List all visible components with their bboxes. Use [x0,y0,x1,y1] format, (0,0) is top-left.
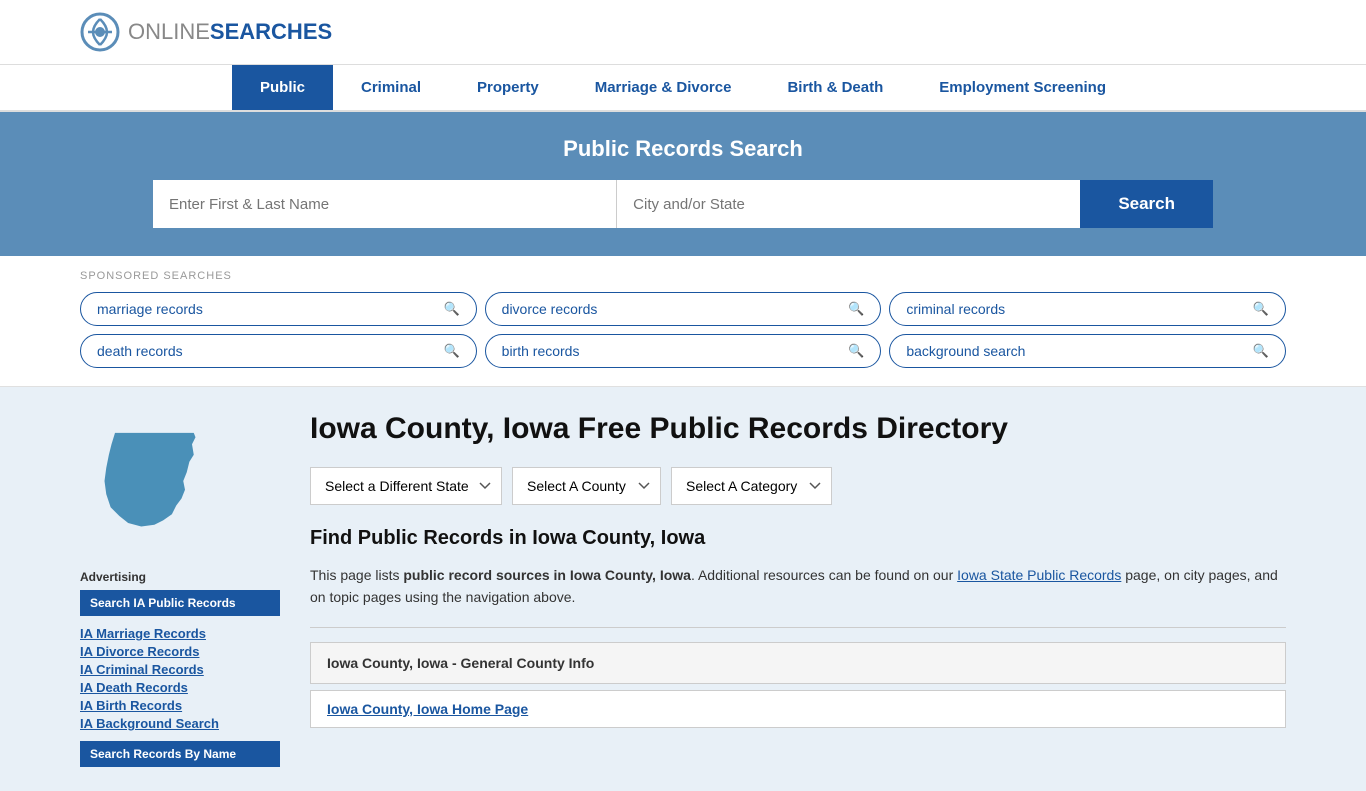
content-area: Iowa County, Iowa Free Public Records Di… [310,411,1286,767]
search-by-name-button[interactable]: Search Records By Name [80,741,280,767]
name-input[interactable] [153,180,617,228]
sponsored-grid: marriage records 🔍 divorce records 🔍 cri… [80,292,1286,368]
desc-part1: This page lists [310,567,403,583]
state-map [80,411,280,554]
pill-background-search[interactable]: background search 🔍 [889,334,1286,368]
pill-divorce-records[interactable]: divorce records 🔍 [485,292,882,326]
nav-criminal[interactable]: Criminal [333,65,449,110]
pill-label: divorce records [502,301,598,317]
iowa-state-link[interactable]: Iowa State Public Records [957,567,1121,583]
accordion-general-info: Iowa County, Iowa - General County Info [310,642,1286,684]
sponsored-section: SPONSORED SEARCHES marriage records 🔍 di… [0,256,1366,387]
nav-marriage-divorce[interactable]: Marriage & Divorce [567,65,760,110]
pill-search-icon: 🔍 [443,301,459,317]
pill-search-icon: 🔍 [848,301,864,317]
nav-employment[interactable]: Employment Screening [911,65,1134,110]
nav-birth-death[interactable]: Birth & Death [759,65,911,110]
desc-part2: . Additional resources can be found on o… [691,567,957,583]
pill-label: background search [906,343,1025,359]
divider [310,627,1286,628]
hero-banner: Public Records Search Search [0,112,1366,256]
pill-search-icon: 🔍 [443,343,459,359]
sidebar-link-marriage[interactable]: IA Marriage Records [80,626,280,641]
sidebar-ad-label: Advertising [80,570,280,584]
sidebar-link-death[interactable]: IA Death Records [80,680,280,695]
nav-public[interactable]: Public [232,65,333,110]
pill-label: criminal records [906,301,1005,317]
accordion-link-home-page[interactable]: Iowa County, Iowa Home Page [311,691,1285,727]
sidebar-link-criminal[interactable]: IA Criminal Records [80,662,280,677]
logo-searches: SEARCHES [210,19,332,44]
logo-text: ONLINESEARCHES [128,19,332,45]
header: ONLINESEARCHES [0,0,1366,65]
accordion-home-page: Iowa County, Iowa Home Page [310,690,1286,728]
page-heading: Iowa County, Iowa Free Public Records Di… [310,411,1286,447]
dropdowns-row: Select a Different State Select A County… [310,467,1286,505]
state-dropdown[interactable]: Select a Different State [310,467,502,505]
pill-label: birth records [502,343,580,359]
logo-online: ONLINE [128,19,210,44]
pill-criminal-records[interactable]: criminal records 🔍 [889,292,1286,326]
pill-marriage-records[interactable]: marriage records 🔍 [80,292,477,326]
search-ia-public-records-button[interactable]: Search IA Public Records [80,590,280,616]
accordion-header-general[interactable]: Iowa County, Iowa - General County Info [311,643,1285,683]
main-content: Advertising Search IA Public Records IA … [0,387,1366,791]
pill-label: death records [97,343,183,359]
sidebar-link-birth[interactable]: IA Birth Records [80,698,280,713]
pill-death-records[interactable]: death records 🔍 [80,334,477,368]
search-bar: Search [153,180,1213,228]
sidebar-link-background[interactable]: IA Background Search [80,716,280,731]
find-records-heading: Find Public Records in Iowa County, Iowa [310,527,1286,550]
main-nav: Public Criminal Property Marriage & Divo… [0,65,1366,112]
sidebar-link-divorce[interactable]: IA Divorce Records [80,644,280,659]
pill-search-icon: 🔍 [848,343,864,359]
pill-birth-records[interactable]: birth records 🔍 [485,334,882,368]
desc-bold: public record sources in Iowa County, Io… [403,567,691,583]
pill-search-icon: 🔍 [1253,343,1269,359]
logo-icon [80,12,120,52]
hero-title: Public Records Search [80,136,1286,162]
search-button[interactable]: Search [1080,180,1213,228]
category-dropdown[interactable]: Select A Category [671,467,832,505]
nav-property[interactable]: Property [449,65,567,110]
pill-search-icon: 🔍 [1253,301,1269,317]
logo: ONLINESEARCHES [80,12,332,52]
county-dropdown[interactable]: Select A County [512,467,661,505]
sidebar: Advertising Search IA Public Records IA … [80,411,280,767]
city-input[interactable] [617,180,1080,228]
sponsored-label: SPONSORED SEARCHES [80,270,1286,282]
records-description: This page lists public record sources in… [310,564,1286,609]
iowa-map-svg [80,411,220,551]
pill-label: marriage records [97,301,203,317]
